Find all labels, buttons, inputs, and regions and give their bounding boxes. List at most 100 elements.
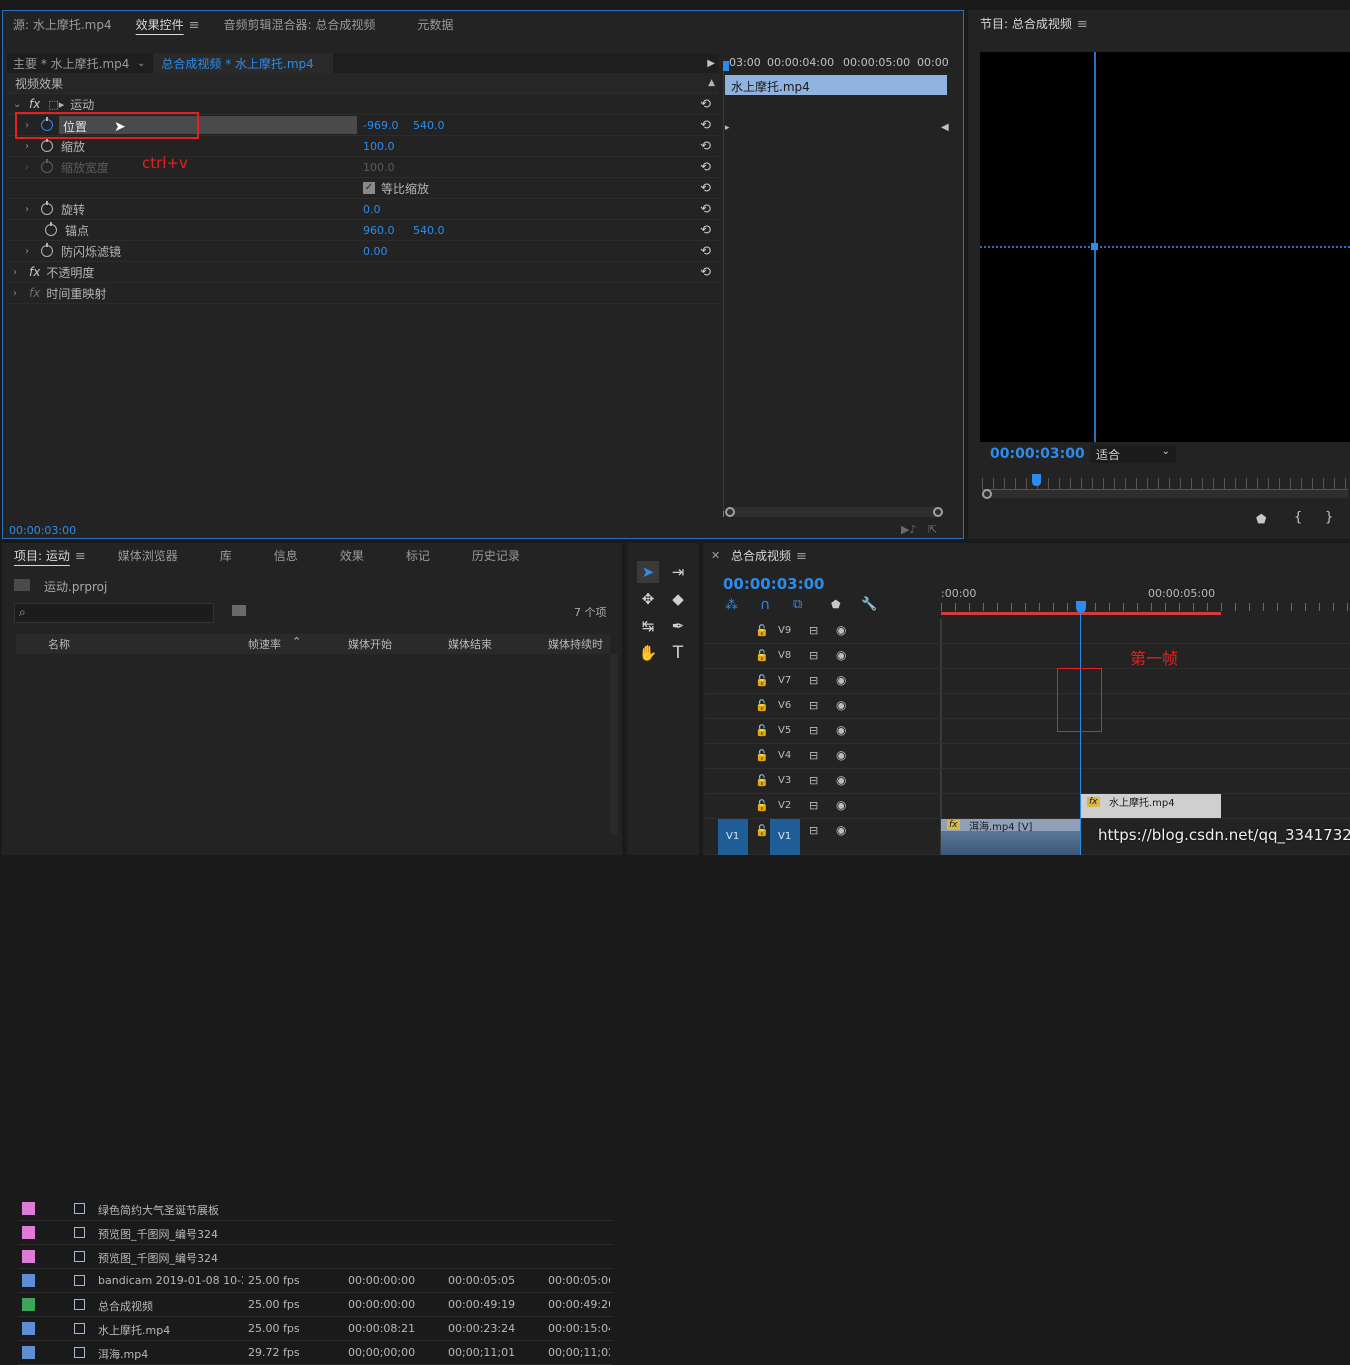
position-x-value[interactable]: -969.0: [363, 119, 398, 132]
tab-effects[interactable]: 效果: [310, 547, 376, 564]
lock-icon[interactable]: 🔓: [755, 699, 769, 712]
lock-icon[interactable]: 🔓: [755, 799, 769, 812]
tab-source[interactable]: 源: 水上摩托.mp4: [3, 16, 124, 33]
col-duration[interactable]: 媒体持续时: [548, 636, 610, 652]
tab-project[interactable]: 项目: 运动 ≡: [2, 547, 98, 564]
eye-icon[interactable]: ◉: [836, 698, 846, 712]
label-color-swatch[interactable]: [22, 1202, 35, 1215]
pen-tool-icon[interactable]: ✒: [667, 615, 689, 637]
chevron-right-icon[interactable]: ›: [25, 141, 35, 152]
eye-icon[interactable]: ◉: [836, 623, 846, 637]
item-name[interactable]: 绿色简约大气圣诞节展板: [98, 1202, 243, 1218]
reset-icon[interactable]: ⟲: [700, 223, 711, 238]
anchor-x-value[interactable]: 960.0: [363, 224, 395, 237]
track-row-v4[interactable]: V4 🔓 ⊟ ◉: [705, 744, 1350, 769]
chevron-right-icon[interactable]: ›: [25, 204, 35, 215]
chevron-right-icon[interactable]: ›: [25, 246, 35, 257]
reset-icon[interactable]: ⟲: [700, 118, 711, 133]
project-item-row[interactable]: 总合成视频 25.00 fps 00:00:00:00 00:00:49:19 00:0…: [18, 1293, 612, 1317]
track-label[interactable]: V4: [778, 750, 791, 761]
sync-lock-icon[interactable]: ⊟: [809, 699, 818, 712]
clip-v2-jetski[interactable]: fx 水上摩托.mp4: [1081, 794, 1221, 818]
track-label[interactable]: V3: [778, 775, 791, 786]
panel-menu-icon[interactable]: ≡: [189, 18, 200, 33]
item-name[interactable]: 预览图_千图网_编号324: [98, 1250, 243, 1266]
chevron-right-icon[interactable]: ›: [13, 267, 23, 278]
reset-icon[interactable]: ⟲: [700, 139, 711, 154]
reset-icon[interactable]: ⟲: [700, 202, 711, 217]
type-tool-icon[interactable]: T: [667, 642, 689, 664]
razor-icon[interactable]: ◆: [667, 588, 689, 610]
item-name[interactable]: bandicam 2019-01-08 10-28-5: [98, 1274, 243, 1287]
mini-clip-bar[interactable]: 水上摩托.mp4: [725, 75, 947, 95]
lock-icon[interactable]: 🔓: [755, 774, 769, 787]
item-name[interactable]: 洱海.mp4: [98, 1346, 243, 1362]
ripple-edit-icon[interactable]: ✥: [637, 588, 659, 610]
track-row-v6[interactable]: V6 🔓 ⊟ ◉: [705, 694, 1350, 719]
splitter[interactable]: [723, 71, 724, 511]
marker-icon[interactable]: ⬟: [1256, 512, 1266, 526]
eye-icon[interactable]: ◉: [836, 748, 846, 762]
project-item-row[interactable]: 预览图_千图网_编号324: [18, 1245, 612, 1269]
stopwatch-icon[interactable]: [41, 201, 53, 215]
nest-icon[interactable]: ⁂: [725, 598, 738, 613]
program-playhead[interactable]: [1032, 474, 1041, 486]
track-clip-area[interactable]: [941, 694, 1350, 718]
slip-tool-icon[interactable]: ↹: [637, 615, 659, 637]
col-name[interactable]: 名称: [48, 636, 70, 652]
panel-menu-icon[interactable]: ≡: [75, 549, 86, 564]
motion-transform-icon[interactable]: ⬚▸: [48, 98, 64, 111]
scroll-handle-left[interactable]: [725, 507, 735, 517]
item-name[interactable]: 预览图_千图网_编号324: [98, 1226, 243, 1242]
scale-value[interactable]: 100.0: [363, 140, 395, 153]
track-label[interactable]: V6: [778, 700, 791, 711]
track-row-v8[interactable]: V8 🔓 ⊟ ◉: [705, 644, 1350, 669]
eye-icon[interactable]: ◉: [836, 773, 846, 787]
mark-in-icon[interactable]: {: [1294, 510, 1302, 525]
track-row-v7[interactable]: V7 🔓 ⊟ ◉: [705, 669, 1350, 694]
sync-lock-icon[interactable]: ⊟: [809, 724, 818, 737]
sequence-tab[interactable]: 总合成视频 ≡: [731, 547, 807, 564]
program-scrollbar[interactable]: [982, 489, 1348, 499]
track-select-icon[interactable]: ⇥: [667, 561, 689, 583]
label-color-swatch[interactable]: [22, 1250, 35, 1263]
clip-v1-erhai[interactable]: fx 洱海.mp4 [V]: [941, 819, 1081, 855]
eye-icon[interactable]: ◉: [836, 823, 846, 837]
sync-lock-icon[interactable]: ⊟: [809, 624, 818, 637]
timeline-ruler[interactable]: :00:00 00:00:05:00: [941, 583, 1350, 615]
effect-time-remap[interactable]: › fx 时间重映射: [7, 283, 719, 304]
track-label[interactable]: V5: [778, 725, 791, 736]
track-label[interactable]: V2: [778, 800, 791, 811]
fx-icon[interactable]: fx: [29, 97, 40, 111]
track-row-v5[interactable]: V5 🔓 ⊟ ◉: [705, 719, 1350, 744]
tab-libraries[interactable]: 库: [190, 547, 244, 564]
sync-lock-icon[interactable]: ⊟: [809, 649, 818, 662]
label-color-swatch[interactable]: [22, 1274, 35, 1287]
prop-rotation[interactable]: › 旋转 0.0 ⟲: [7, 199, 719, 220]
settings-wrench-icon[interactable]: 🔧: [861, 597, 877, 612]
project-item-row[interactable]: 洱海.mp4 29.72 fps 00;00;00;00 00;00;11;01 00;…: [18, 1341, 612, 1365]
uniform-scale-checkbox[interactable]: ✓: [363, 182, 375, 194]
anchor-handle[interactable]: [1091, 243, 1098, 250]
lock-icon[interactable]: 🔓: [755, 749, 769, 762]
eye-icon[interactable]: ◉: [836, 723, 846, 737]
tab-audio-mixer[interactable]: 音频剪辑混合器: 总合成视频: [212, 16, 388, 33]
tab-media-browser[interactable]: 媒体浏览器: [98, 547, 190, 564]
project-item-row[interactable]: bandicam 2019-01-08 10-28-5 25.00 fps 00:0…: [18, 1269, 612, 1293]
scrollbar[interactable]: [610, 654, 618, 834]
sync-lock-icon[interactable]: ⊟: [809, 674, 818, 687]
eye-icon[interactable]: ◉: [836, 673, 846, 687]
keyframe-right-icon[interactable]: ◀: [941, 122, 949, 133]
fx-icon[interactable]: fx: [29, 265, 40, 279]
track-row-v2[interactable]: V2 🔓 ⊟ ◉: [705, 794, 1350, 819]
reset-icon[interactable]: ⟲: [700, 244, 711, 259]
track-label[interactable]: V7: [778, 675, 791, 686]
zoom-scrollbar[interactable]: [725, 507, 943, 517]
item-name[interactable]: 总合成视频: [98, 1298, 243, 1314]
program-timecode[interactable]: 00:00:03:00: [990, 446, 1085, 462]
item-name[interactable]: 水上摩托.mp4: [98, 1322, 243, 1338]
scroll-handle-right[interactable]: [933, 507, 943, 517]
label-color-swatch[interactable]: [22, 1346, 35, 1359]
track-row-v9[interactable]: V9 🔓 ⊟ ◉: [705, 619, 1350, 644]
sort-up-icon[interactable]: ⌃: [292, 635, 301, 648]
